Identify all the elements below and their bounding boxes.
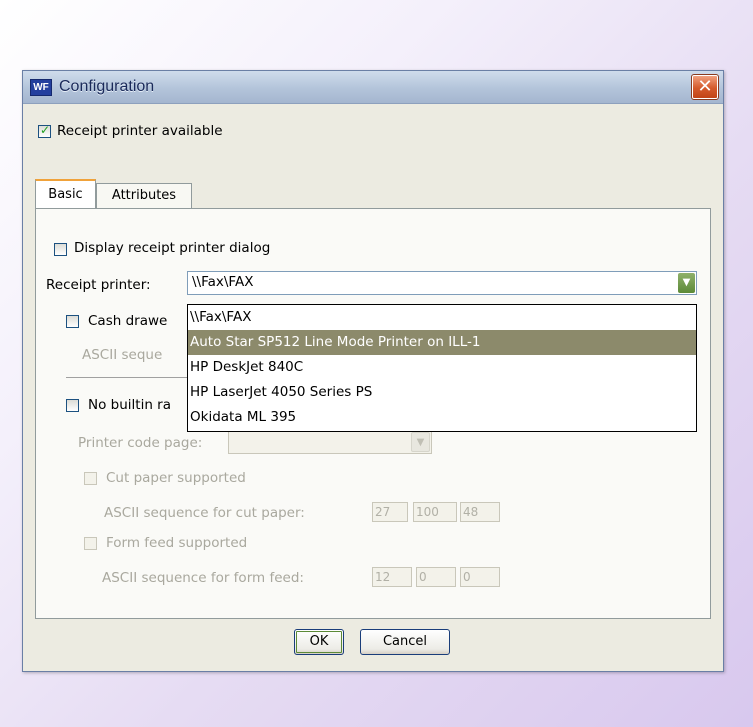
form-feed-checkbox[interactable] [84, 537, 97, 550]
dropdown-option[interactable]: HP DeskJet 840C [188, 355, 696, 380]
tab-attributes[interactable]: Attributes [96, 183, 192, 209]
no-builtin-checkbox[interactable] [66, 399, 79, 412]
chevron-down-icon: ▼ [411, 432, 430, 452]
dropdown-option[interactable]: Okidata ML 395 [188, 405, 696, 430]
form-feed-seq-1[interactable]: 12 [372, 567, 412, 587]
cut-paper-sequence-label: ASCII sequence for cut paper: [104, 505, 305, 521]
form-feed-seq-2[interactable]: 0 [416, 567, 456, 587]
dropdown-option[interactable]: HP LaserJet 4050 Series PS [188, 380, 696, 405]
display-receipt-printer-dialog-label: Display receipt printer dialog [74, 240, 271, 256]
separator [66, 377, 206, 378]
configuration-dialog: WF Configuration ✕ ✓ Receipt printer ava… [22, 70, 724, 672]
display-receipt-printer-dialog-checkbox[interactable] [54, 243, 67, 256]
cash-drawer-label: Cash drawe [88, 313, 168, 329]
tab-basic[interactable]: Basic [35, 179, 96, 209]
cut-paper-seq-3[interactable]: 48 [460, 502, 500, 522]
title-bar[interactable]: WF Configuration ✕ [23, 71, 723, 104]
dropdown-option-selected[interactable]: Auto Star SP512 Line Mode Printer on ILL… [188, 330, 696, 355]
printer-code-page-select[interactable]: ▼ [228, 430, 432, 454]
dropdown-option[interactable]: \\Fax\FAX [188, 305, 696, 330]
cut-paper-seq-1[interactable]: 27 [372, 502, 408, 522]
receipt-printer-value: \\Fax\FAX [192, 274, 254, 290]
cancel-button[interactable]: Cancel [360, 629, 450, 655]
cut-paper-seq-2[interactable]: 100 [413, 502, 457, 522]
receipt-printer-label: Receipt printer: [46, 277, 151, 293]
ascii-sequence-label: ASCII seque [82, 347, 163, 363]
receipt-printer-select[interactable]: \\Fax\FAX ▼ [187, 271, 697, 295]
form-feed-label: Form feed supported [106, 535, 248, 551]
no-builtin-label: No builtin ra [88, 397, 171, 413]
ok-button[interactable]: OK [294, 629, 344, 655]
checkmark-icon: ✓ [40, 123, 51, 137]
cash-drawer-checkbox[interactable] [66, 315, 79, 328]
receipt-printer-available-checkbox[interactable]: ✓ [38, 123, 51, 138]
close-icon[interactable]: ✕ [691, 74, 719, 100]
cut-paper-checkbox[interactable] [84, 472, 97, 485]
app-icon: WF [30, 79, 52, 96]
window-title: Configuration [59, 78, 155, 95]
receipt-printer-available-label: Receipt printer available [57, 123, 223, 139]
chevron-down-icon[interactable]: ▼ [678, 273, 695, 293]
printer-code-page-label: Printer code page: [78, 435, 203, 451]
receipt-printer-dropdown-list: \\Fax\FAX Auto Star SP512 Line Mode Prin… [187, 304, 697, 432]
form-feed-seq-3[interactable]: 0 [460, 567, 500, 587]
cut-paper-label: Cut paper supported [106, 470, 246, 486]
form-feed-sequence-label: ASCII sequence for form feed: [102, 570, 304, 586]
